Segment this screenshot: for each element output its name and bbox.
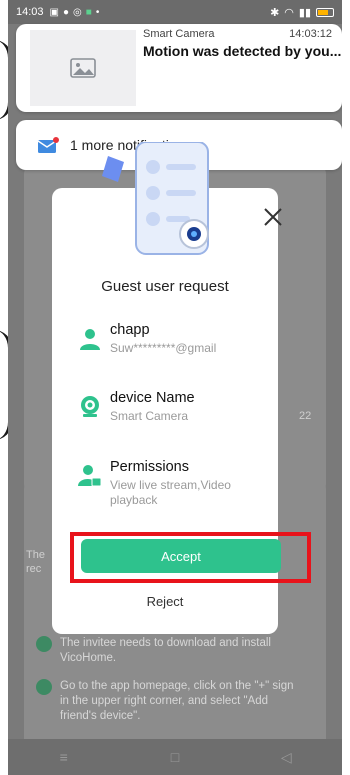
step-1-dot [36,636,52,652]
device-label: device Name [110,390,195,406]
person-lock-icon [78,465,102,487]
chat-icon: ● [62,6,70,18]
notification-app-name: Smart Camera [143,28,215,40]
permissions-label: Permissions [110,459,189,475]
phone-illustration [102,142,209,255]
user-name: chapp [110,322,150,338]
permissions-value: View live stream,Video playback [110,478,231,507]
lock-icon: ▣ [49,6,59,18]
home-nav-icon[interactable]: □ [145,749,205,765]
navigation-bar: ≡ □ ◁ [8,739,342,775]
notification-time: 14:03:12 [289,28,332,40]
background-step-2: Go to the app homepage, click on the "+"… [36,679,336,724]
back-nav-icon[interactable]: ◁ [256,749,316,766]
dialog-title: Guest user request [101,278,229,295]
camera-icon [81,396,99,417]
step-2-text: Go to the app homepage, click on the "+"… [60,680,294,722]
device-value: Smart Camera [110,409,189,423]
notification-card[interactable]: Smart Camera 14:03:12 Motion was detecte… [16,24,342,112]
notification-thumbnail [30,30,136,106]
app-icon: ■ [85,6,92,18]
signal-icon: ▮▮ [298,6,311,19]
status-notification-icons: ▣ ● ◎ ■ • [50,7,100,18]
image-icon [70,58,96,78]
wifi-icon: ◠ [284,6,294,19]
menu-nav-icon[interactable]: ≡ [34,749,94,765]
bluetooth-icon: ✱ [270,6,280,19]
notification-message: Motion was detected by you... [143,43,342,59]
sync-icon: ◎ [73,6,82,18]
background-step-1: The invitee needs to download and instal… [36,636,336,666]
status-right-icons: ✱ ◠ ▮▮ [270,6,334,19]
background-partial-text-2: rec [26,563,42,575]
status-time: 14:03 [16,6,44,18]
user-email: Suw*********@gmail [110,341,217,355]
reject-button[interactable]: Reject [52,594,278,609]
mail-icon [38,137,59,153]
phone-screen: The rec 22 The invitee needs to download… [8,0,342,775]
battery-icon [316,7,334,17]
accept-button-highlight [70,532,311,583]
background-partial-text-1: The [26,549,45,561]
step-2-dot [36,679,52,695]
person-icon [80,329,100,350]
background-partial-number: 22 [299,410,312,422]
close-icon[interactable] [260,204,286,230]
status-bar: 14:03 ▣ ● ◎ ■ • ✱ ◠ ▮▮ [8,0,342,24]
dot-icon: • [95,6,100,18]
step-1-text: The invitee needs to download and instal… [60,637,271,664]
